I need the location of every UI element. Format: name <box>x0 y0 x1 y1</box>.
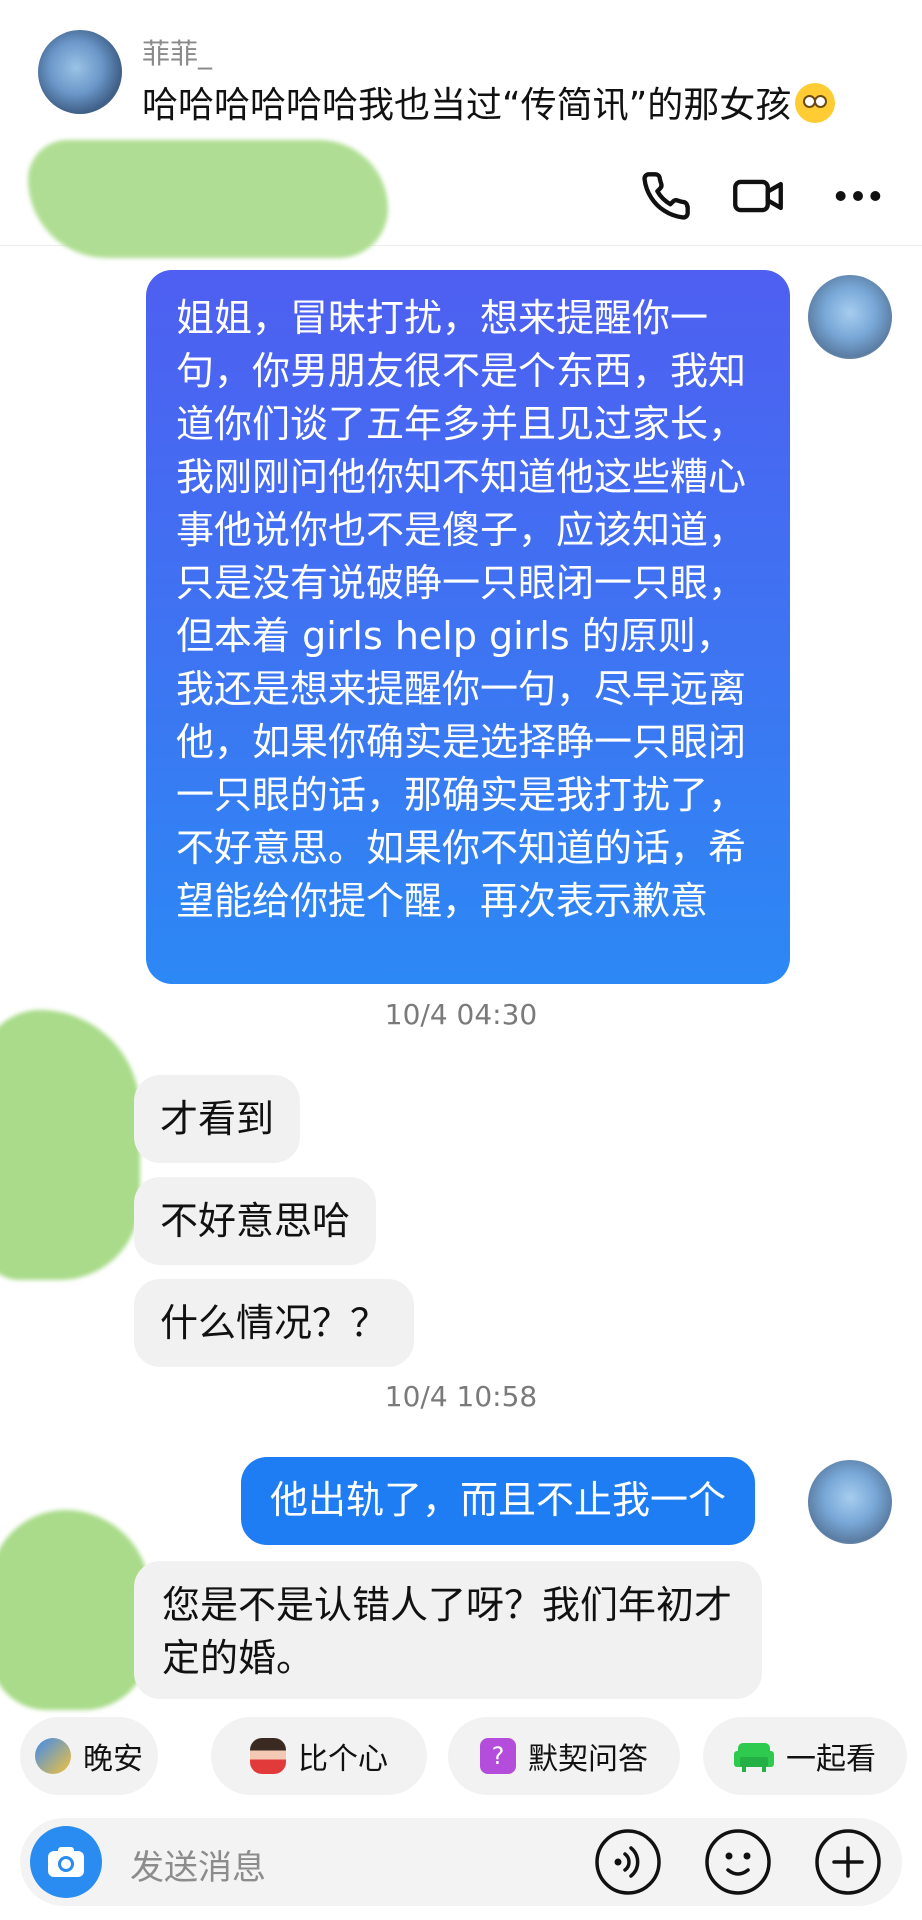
heart-sticker-icon <box>250 1738 286 1774</box>
my-avatar[interactable] <box>808 1460 892 1544</box>
phone-icon[interactable] <box>640 170 692 222</box>
quick-reply-watch-together[interactable]: 一起看 <box>703 1717 907 1795</box>
chip-label: 一起看 <box>786 1742 876 1777</box>
timestamp: 10/4 04:30 <box>384 998 538 1031</box>
message-bubble-sent[interactable]: 姐姐，冒昧打扰，想来提醒你一句，你男朋友很不是个东西，我知道你们谈了五年多并且见… <box>146 270 790 984</box>
banner-message-text: 哈哈哈哈哈哈我也当过“传简讯”的那女孩 <box>142 85 792 126</box>
banner-message: 哈哈哈哈哈哈我也当过“传简讯”的那女孩 <box>142 76 836 128</box>
chip-label: 比个心 <box>298 1742 388 1777</box>
redacted-avatar <box>0 1010 140 1280</box>
chip-label: 晚安 <box>83 1742 143 1777</box>
moon-bird-icon <box>35 1738 71 1774</box>
more-icon[interactable] <box>832 170 884 222</box>
timestamp: 10/4 10:58 <box>384 1380 538 1413</box>
message-bubble-received[interactable]: 不好意思哈 <box>134 1177 377 1265</box>
quick-reply-goodnight[interactable]: 晚安 <box>20 1717 158 1795</box>
message-bubble-sent[interactable]: 他出轨了，而且不止我一个 <box>241 1457 756 1545</box>
camera-button[interactable] <box>30 1826 102 1898</box>
notification-banner[interactable]: 菲菲_ 哈哈哈哈哈哈我也当过“传简讯”的那女孩 <box>0 0 922 140</box>
quick-reply-bar: 晚安 比个心 ? 默契问答 一起看 <box>0 1717 922 1799</box>
plus-icon[interactable] <box>814 1828 882 1896</box>
message-composer: 发送消息 <box>20 1818 902 1906</box>
voice-icon[interactable] <box>594 1828 662 1896</box>
sofa-icon <box>734 1743 774 1772</box>
sender-avatar <box>38 30 122 114</box>
message-bubble-received[interactable]: 您是不是认错人了呀？我们年初才定的婚。 <box>134 1561 762 1699</box>
redacted-contact-name <box>28 140 388 258</box>
video-camera-icon[interactable] <box>732 170 784 222</box>
chip-label: 默契问答 <box>528 1742 648 1777</box>
message-bubble-received[interactable]: 什么情况？？ <box>134 1279 415 1367</box>
relieved-face-icon <box>795 83 836 123</box>
my-avatar[interactable] <box>808 275 892 359</box>
emoji-icon[interactable] <box>704 1828 772 1896</box>
message-bubble-received[interactable]: 才看到 <box>134 1075 301 1163</box>
chat-header <box>0 140 922 258</box>
quick-reply-heart[interactable]: 比个心 <box>211 1717 427 1795</box>
question-icon: ? <box>480 1738 516 1774</box>
camera-icon <box>48 1847 84 1877</box>
redacted-avatar <box>0 1510 150 1710</box>
banner-sender-name: 菲菲_ <box>142 37 213 70</box>
quick-reply-quiz[interactable]: ? 默契问答 <box>448 1717 680 1795</box>
message-input[interactable]: 发送消息 <box>130 1840 266 1889</box>
